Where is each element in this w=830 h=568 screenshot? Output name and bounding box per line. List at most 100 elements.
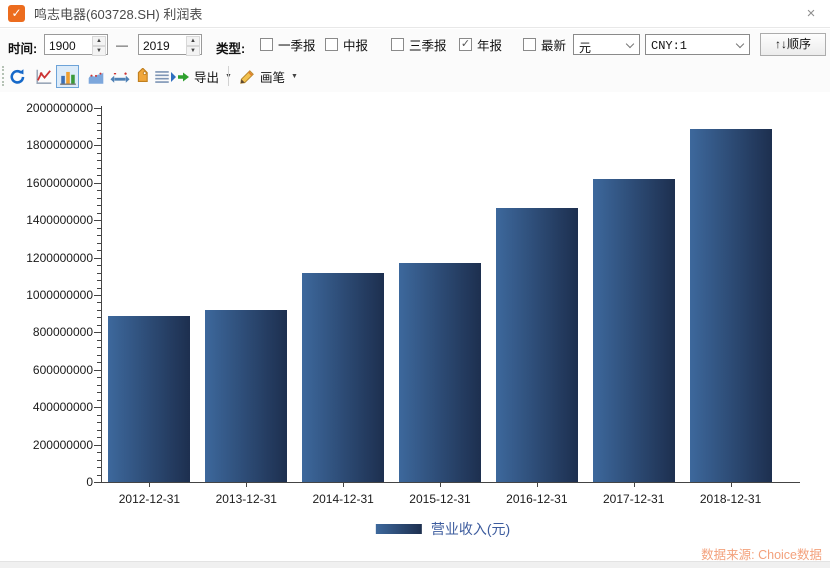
y-major-tick — [94, 445, 101, 446]
y-minor-tick — [97, 392, 101, 393]
y-minor-tick — [97, 340, 101, 341]
y-axis-label: 1400000000 — [0, 213, 93, 227]
time-label: 时间: — [8, 38, 37, 57]
y-minor-tick — [97, 415, 101, 416]
y-major-tick — [94, 258, 101, 259]
window-bottom-strip — [0, 561, 830, 568]
y-major-tick — [94, 407, 101, 408]
bar-2012-12-31[interactable] — [108, 316, 190, 482]
year-to-spin-buttons[interactable]: ▲▼ — [185, 35, 201, 54]
type-label: 类型: — [216, 38, 245, 57]
year-to-value[interactable]: 2019 — [139, 35, 185, 54]
year-to-spinner[interactable]: 2019 ▲▼ — [138, 34, 202, 55]
y-major-tick — [94, 145, 101, 146]
y-minor-tick — [97, 325, 101, 326]
legend-label: 营业收入(元) — [431, 519, 510, 539]
sort-order-button[interactable]: ↑↓顺序 — [760, 33, 826, 56]
axis-scale-icon[interactable] — [108, 65, 131, 88]
checkbox-box[interactable]: ✓ — [459, 38, 472, 51]
close-icon[interactable]: × — [801, 4, 821, 24]
y-minor-tick — [97, 422, 101, 423]
y-minor-tick — [97, 168, 101, 169]
y-minor-tick — [97, 265, 101, 266]
x-axis-label: 2013-12-31 — [198, 492, 294, 506]
y-minor-tick — [97, 175, 101, 176]
x-axis-tick — [246, 483, 247, 487]
y-minor-tick — [97, 213, 101, 214]
checkbox-box[interactable] — [325, 38, 338, 51]
line-chart-icon[interactable] — [32, 65, 55, 88]
y-axis-label: 1800000000 — [0, 138, 93, 152]
checkbox-box[interactable] — [523, 38, 536, 51]
bar-chart-icon[interactable] — [56, 65, 79, 88]
export-icon — [170, 69, 190, 85]
x-axis-tick — [537, 483, 538, 487]
y-minor-tick — [97, 273, 101, 274]
unit-select[interactable]: 元 — [573, 34, 640, 55]
bar-2016-12-31[interactable] — [496, 208, 578, 482]
chevron-down-icon — [736, 40, 744, 48]
y-minor-tick — [97, 250, 101, 251]
title-bar: ✓ 鸣志电器(603728.SH) 利润表 × — [0, 0, 830, 28]
y-minor-tick — [97, 347, 101, 348]
x-axis-tick — [731, 483, 732, 487]
y-axis-label: 0 — [0, 475, 93, 489]
brush-button[interactable]: 画笔 ▼ — [238, 65, 298, 88]
y-major-tick — [94, 332, 101, 333]
checkbox-q1-report[interactable]: 一季报 — [260, 29, 316, 60]
y-minor-tick — [97, 243, 101, 244]
bar-2018-12-31[interactable] — [690, 129, 772, 482]
x-axis-label: 2012-12-31 — [101, 492, 197, 506]
checkbox-half-year-report[interactable]: 中报 — [325, 29, 368, 60]
export-button[interactable]: 导出 ▼ — [170, 65, 232, 88]
brush-caret-icon[interactable]: ▼ — [291, 73, 298, 80]
y-major-tick — [94, 183, 101, 184]
y-major-tick — [94, 295, 101, 296]
y-minor-tick — [97, 123, 101, 124]
bar-2017-12-31[interactable] — [593, 179, 675, 482]
checkbox-box[interactable] — [260, 38, 273, 51]
range-dash: — — [116, 38, 128, 52]
chart-toolbar: 导出 ▼ 画笔 ▼ — [0, 60, 830, 92]
app-window: ✓ 鸣志电器(603728.SH) 利润表 × 时间: 1900 ▲▼ — 20… — [0, 0, 830, 568]
y-minor-tick — [97, 235, 101, 236]
y-minor-tick — [97, 190, 101, 191]
year-from-spinner[interactable]: 1900 ▲▼ — [44, 34, 108, 55]
spin-up-icon[interactable]: ▲ — [92, 36, 106, 46]
y-minor-tick — [97, 317, 101, 318]
y-major-tick — [94, 108, 101, 109]
x-axis-label: 2018-12-31 — [683, 492, 779, 506]
y-minor-tick — [97, 280, 101, 281]
checkbox-latest[interactable]: 最新 — [523, 29, 566, 60]
y-minor-tick — [97, 430, 101, 431]
spin-down-icon[interactable]: ▼ — [186, 46, 200, 56]
y-minor-tick — [97, 115, 101, 116]
y-minor-tick — [97, 288, 101, 289]
year-from-spin-buttons[interactable]: ▲▼ — [91, 35, 107, 54]
y-minor-tick — [97, 138, 101, 139]
checkbox-box[interactable] — [391, 38, 404, 51]
y-axis-label: 400000000 — [0, 400, 93, 414]
y-major-tick — [94, 220, 101, 221]
checkbox-annual-report[interactable]: ✓ 年报 — [459, 29, 502, 60]
currency-select[interactable]: CNY:1 — [645, 34, 750, 55]
y-axis-label: 1600000000 — [0, 176, 93, 190]
y-minor-tick — [97, 302, 101, 303]
bar-2013-12-31[interactable] — [205, 310, 287, 482]
y-minor-tick — [97, 452, 101, 453]
refresh-icon[interactable] — [6, 65, 29, 88]
x-axis-label: 2017-12-31 — [586, 492, 682, 506]
y-minor-tick — [97, 153, 101, 154]
spin-up-icon[interactable]: ▲ — [186, 36, 200, 46]
bar-2015-12-31[interactable] — [399, 263, 481, 482]
y-axis-label: 600000000 — [0, 363, 93, 377]
bar-2014-12-31[interactable] — [302, 273, 384, 482]
y-minor-tick — [97, 310, 101, 311]
spin-down-icon[interactable]: ▼ — [92, 46, 106, 56]
year-from-value[interactable]: 1900 — [45, 35, 91, 54]
toolbar-grip — [2, 66, 4, 86]
legend-swatch — [376, 524, 422, 534]
checkbox-q3-report[interactable]: 三季报 — [391, 29, 447, 60]
area-chart-icon[interactable] — [84, 65, 107, 88]
y-minor-tick — [97, 198, 101, 199]
